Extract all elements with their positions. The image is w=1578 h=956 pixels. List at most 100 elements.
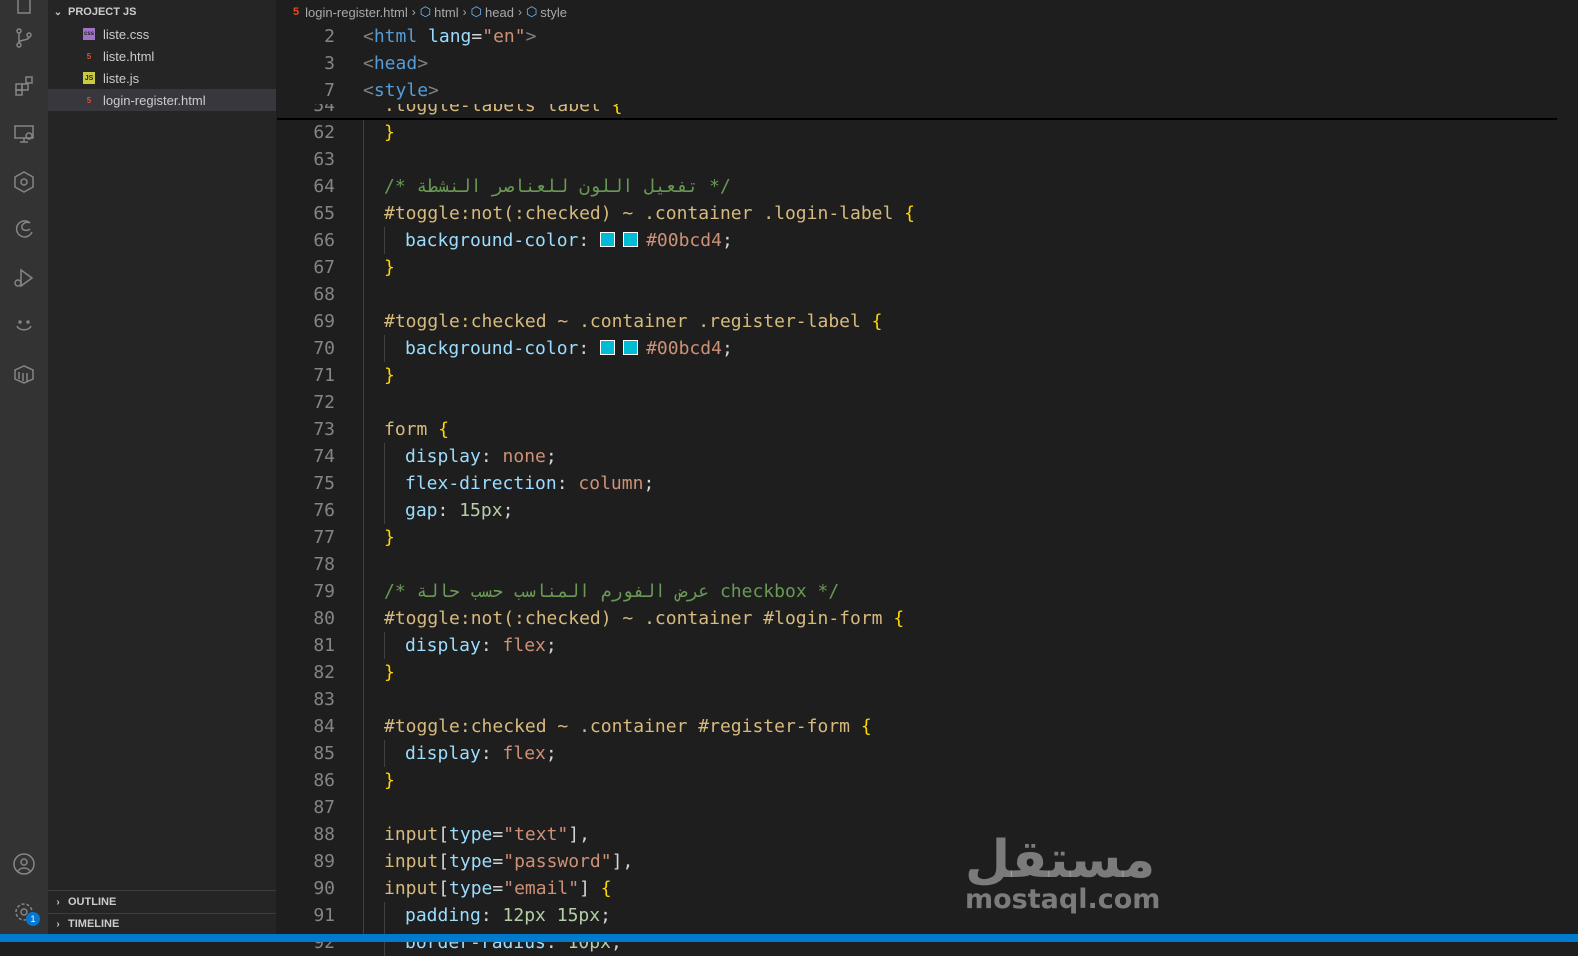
code-token: #toggle:not(:checked) ~ .container .logi… (384, 203, 905, 224)
code-line[interactable]: 63 (277, 146, 1567, 173)
code-line[interactable]: 89 input[type="password"], (277, 848, 1567, 875)
file-item-login-register-html[interactable]: 5 login-register.html (48, 89, 276, 111)
color-swatch[interactable] (600, 232, 616, 247)
code-line[interactable]: 65 #toggle:not(:checked) ~ .container .lo… (277, 200, 1567, 227)
color-swatch[interactable] (623, 340, 639, 355)
line-content: padding: 12px 15px; (405, 902, 611, 929)
code-line[interactable]: 3 <head> (277, 50, 1567, 77)
code-token: [ (438, 851, 450, 872)
code-token: type (449, 851, 493, 872)
run-debug-icon[interactable] (12, 266, 36, 290)
explorer-icon[interactable] (12, 0, 36, 16)
code-token: ], (611, 851, 634, 872)
file-item-liste-js[interactable]: JS liste.js (48, 67, 276, 89)
code-line[interactable]: 70 background-color: #00bcd4; (277, 335, 1567, 362)
chevron-right-icon: › (517, 5, 522, 19)
code-token: { (600, 878, 612, 899)
code-line[interactable]: 79 /* عرض الفورم المناسب حسب حالة checkbo… (277, 578, 1567, 605)
code-line[interactable]: 2 <html lang="en"> (277, 23, 1567, 50)
code-line[interactable]: 68 (277, 281, 1567, 308)
line-content: <head> (363, 50, 428, 77)
line-number: 71 (313, 365, 335, 386)
line-content: background-color: #00bcd4; (405, 227, 733, 254)
code-token: input (384, 878, 439, 899)
line-content: input[type="text"], (384, 821, 590, 848)
breadcrumb-head[interactable]: ⬡ head (471, 4, 514, 20)
live-share-icon[interactable] (12, 314, 36, 338)
code-line[interactable]: 88 input[type="text"], (277, 821, 1567, 848)
line-number: 85 (313, 743, 335, 764)
chevron-right-icon: › (411, 5, 416, 19)
edge-devtools-icon[interactable] (12, 218, 36, 242)
line-number: 75 (313, 473, 335, 494)
code-line[interactable]: 74 display: none; (277, 443, 1567, 470)
code-token: < (363, 53, 374, 74)
code-line[interactable]: 90 input[type="email"] { (277, 875, 1567, 902)
line-number: 91 (313, 905, 335, 926)
code-line[interactable]: 64 /* تفعيل اللون للعناصر النشطة */ (277, 173, 1567, 200)
timeline-label: TIMELINE (68, 918, 120, 930)
account-icon[interactable] (12, 852, 36, 876)
code-line[interactable]: 7 <style> (277, 77, 1567, 104)
code-line[interactable]: 80 #toggle:not(:checked) ~ .container #lo… (277, 605, 1567, 632)
element-icon: ⬡ (525, 4, 538, 19)
extensions-icon[interactable] (12, 74, 36, 98)
code-editor[interactable]: 5 login-register.html › ⬡ html › ⬡ head … (277, 0, 1578, 956)
code-token: [ (438, 878, 450, 899)
code-line[interactable]: 91 padding: 12px 15px; (277, 902, 1567, 929)
timeline-section-header[interactable]: › TIMELINE (48, 913, 276, 935)
breadcrumb-file[interactable]: 5 login-register.html (293, 5, 408, 20)
line-number: 77 (313, 527, 335, 548)
line-content: <html lang="en"> (363, 23, 536, 50)
breadcrumb-html[interactable]: ⬡ html (420, 4, 459, 20)
line-number: 70 (313, 338, 335, 359)
code-line[interactable]: 67} (277, 254, 1567, 281)
line-content: /* تفعيل اللون للعناصر النشطة */ (384, 173, 731, 200)
code-line[interactable]: 84 #toggle:checked ~ .container #register… (277, 713, 1567, 740)
code-line[interactable]: 87 (277, 794, 1567, 821)
code-line[interactable]: 86} (277, 767, 1567, 794)
code-line[interactable]: 71} (277, 362, 1567, 389)
line-number: 76 (313, 500, 335, 521)
line-content: display: flex; (405, 632, 557, 659)
kubernetes-icon[interactable] (12, 170, 36, 194)
code-line[interactable]: 77} (277, 524, 1567, 551)
watermark-arabic: مستقل (965, 830, 1156, 890)
code-line[interactable]: 76 gap: 15px; (277, 497, 1567, 524)
code-token: #toggle:not(:checked) ~ .container #logi… (384, 608, 894, 629)
element-icon: ⬡ (419, 4, 432, 19)
code-line[interactable]: 81 display: flex; (277, 632, 1567, 659)
breadcrumb-style[interactable]: ⬡ style (526, 4, 567, 20)
code-token: style (373, 80, 429, 101)
project-section-header[interactable]: ⌄ PROJECT JS (48, 1, 276, 23)
line-number: 3 (324, 53, 335, 74)
code-token: } (384, 257, 395, 278)
code-line[interactable]: 85 display: flex; (277, 740, 1567, 767)
code-line[interactable]: 66 background-color: #00bcd4; (277, 227, 1567, 254)
line-number: 81 (313, 635, 335, 656)
containers-icon[interactable] (12, 362, 36, 386)
code-token: ], (568, 824, 590, 845)
line-number: 69 (313, 311, 335, 332)
color-swatch[interactable] (600, 340, 616, 355)
file-item-liste-html[interactable]: 5 liste.html (48, 45, 276, 67)
chevron-down-icon: ⌄ (53, 6, 63, 18)
source-control-icon[interactable] (12, 26, 36, 50)
color-swatch[interactable] (623, 232, 639, 247)
chevron-right-icon: › (462, 5, 467, 19)
outline-section-header[interactable]: › OUTLINE (48, 891, 276, 913)
code-line[interactable]: 62} (277, 119, 1567, 146)
code-line[interactable]: 78 (277, 551, 1567, 578)
code-line[interactable]: 72 (277, 389, 1567, 416)
file-item-liste-css[interactable]: css liste.css (48, 23, 276, 45)
vertical-scrollbar[interactable] (1567, 120, 1578, 942)
code-token: { (860, 716, 872, 737)
code-line[interactable]: 83 (277, 686, 1567, 713)
line-content: gap: 15px; (405, 497, 513, 524)
code-line[interactable]: 69 #toggle:checked ~ .container .register… (277, 308, 1567, 335)
code-line[interactable]: 82} (277, 659, 1567, 686)
code-line[interactable]: 75 flex-direction: column; (277, 470, 1567, 497)
code-line[interactable]: 73 form { (277, 416, 1567, 443)
remote-explorer-icon[interactable] (12, 122, 36, 146)
line-content: #toggle:not(:checked) ~ .container #logi… (384, 605, 904, 632)
